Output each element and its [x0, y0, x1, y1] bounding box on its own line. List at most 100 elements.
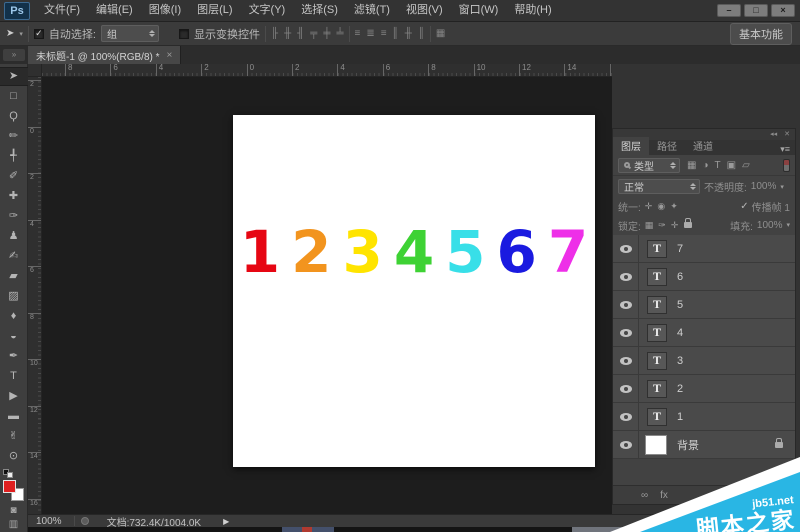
visibility-cell[interactable]: [613, 403, 639, 430]
tab-close-icon[interactable]: ×: [167, 50, 173, 61]
layer-name[interactable]: 1: [677, 411, 683, 423]
filter-toggle-icon[interactable]: [783, 158, 790, 172]
menu-item[interactable]: 滤镜(T): [346, 0, 398, 22]
layer-name[interactable]: 6: [677, 271, 683, 283]
filter-kind-icon[interactable]: ◑: [702, 160, 708, 171]
tool-eraser[interactable]: ▰: [1, 267, 27, 286]
tab-channels[interactable]: 通道: [685, 137, 721, 155]
unify-icon[interactable]: ✦: [670, 201, 678, 212]
text-layer-thumbnail[interactable]: T: [647, 323, 667, 342]
tool-path-select[interactable]: ▶: [1, 387, 27, 406]
tool-eyedropper[interactable]: ✐: [1, 167, 27, 186]
tool-zoom[interactable]: ⊙: [1, 447, 27, 466]
fill-caret-icon[interactable]: ▾: [786, 221, 790, 229]
layer-name[interactable]: 2: [677, 383, 683, 395]
propagate-checkbox[interactable]: ✓: [740, 201, 748, 212]
tool-brush[interactable]: ✑: [1, 207, 27, 226]
menu-item[interactable]: 文件(F): [36, 0, 88, 22]
layer-1[interactable]: T 1: [613, 403, 795, 431]
lock-option-icon[interactable]: ✑: [658, 220, 666, 231]
layer-4[interactable]: T 4: [613, 319, 795, 347]
tool-marquee[interactable]: □: [1, 87, 27, 106]
layer-name[interactable]: 5: [677, 299, 683, 311]
opacity-caret-icon[interactable]: ▾: [780, 183, 784, 191]
tool-shape[interactable]: ▬: [1, 407, 27, 426]
unify-icon[interactable]: ◉: [657, 201, 665, 212]
tool-clone-stamp[interactable]: ♟: [1, 227, 27, 246]
layer-7[interactable]: T 7: [613, 235, 795, 263]
tool-healing-brush[interactable]: ✚: [1, 187, 27, 206]
distribute-icon[interactable]: ≣: [366, 28, 374, 39]
filter-kind-icon[interactable]: ▱: [742, 160, 750, 171]
layer-5[interactable]: T 5: [613, 291, 795, 319]
spacing-icon[interactable]: ╫: [405, 28, 412, 39]
tool-blur[interactable]: ♦: [1, 307, 27, 326]
workspace-button[interactable]: 基本功能: [730, 22, 792, 45]
screen-mode-button[interactable]: ▥: [1, 517, 27, 532]
panel-menu-icon[interactable]: ▾≡: [780, 144, 795, 155]
align-icon[interactable]: ╫: [284, 28, 291, 39]
menu-item[interactable]: 帮助(H): [506, 0, 559, 22]
visibility-cell[interactable]: [613, 375, 639, 402]
tab-paths[interactable]: 路径: [649, 137, 685, 155]
horizontal-ruler[interactable]: 864202468101214161820222426: [42, 64, 612, 77]
default-colors-icon[interactable]: [3, 469, 15, 478]
zoom-level-field[interactable]: 100%: [28, 516, 68, 527]
menu-item[interactable]: 选择(S): [293, 0, 346, 22]
tool-lasso[interactable]: Ϙ: [1, 107, 27, 126]
align-icon[interactable]: ╤: [310, 28, 317, 39]
panel-collapse-icon[interactable]: ◂◂: [770, 131, 777, 138]
layer-3[interactable]: T 3: [613, 347, 795, 375]
close-button[interactable]: ×: [771, 4, 795, 17]
quick-mask-button[interactable]: ◙: [1, 503, 27, 518]
tab-overflow-icon[interactable]: »: [3, 49, 25, 61]
visibility-cell[interactable]: [613, 291, 639, 318]
tool-preset-caret-icon[interactable]: ▾: [19, 30, 23, 38]
tab-layers[interactable]: 图层: [613, 137, 649, 155]
auto-select-checkbox[interactable]: ✓: [33, 28, 44, 39]
visibility-cell[interactable]: [613, 319, 639, 346]
tool-hand[interactable]: ✌: [1, 427, 27, 446]
vertical-ruler[interactable]: 2 0 2 4 6 8 10 12 14 16: [28, 77, 42, 514]
tool-move[interactable]: ➤: [0, 67, 28, 86]
move-tool-icon[interactable]: ➤: [6, 28, 14, 39]
tool-dodge[interactable]: ◒: [1, 327, 27, 346]
spacing-icon[interactable]: ║: [392, 28, 399, 39]
lock-option-icon[interactable]: ✛: [671, 220, 679, 231]
visibility-cell[interactable]: [613, 235, 639, 262]
spacing-icon[interactable]: ║: [418, 28, 425, 39]
align-icon[interactable]: ╧: [336, 28, 343, 39]
menu-item[interactable]: 图像(I): [141, 0, 189, 22]
layer-name[interactable]: 7: [677, 243, 683, 255]
text-layer-thumbnail[interactable]: T: [647, 351, 667, 370]
document-tab[interactable]: 未标题-1 @ 100%(RGB/8) * ×: [28, 46, 182, 64]
tool-type[interactable]: T: [1, 367, 27, 386]
lock-all-icon[interactable]: [684, 218, 693, 228]
visibility-cell[interactable]: [613, 263, 639, 290]
tool-history-brush[interactable]: ✍: [1, 247, 27, 266]
align-icon[interactable]: ╢: [297, 28, 304, 39]
maximize-button[interactable]: □: [744, 4, 768, 17]
text-layer-thumbnail[interactable]: T: [647, 267, 667, 286]
menu-item[interactable]: 窗口(W): [451, 0, 507, 22]
visibility-cell[interactable]: [613, 347, 639, 374]
text-layer-thumbnail[interactable]: T: [647, 295, 667, 314]
auto-align-icon[interactable]: ▦: [436, 28, 445, 39]
unify-icon[interactable]: ✛: [645, 201, 653, 212]
text-layer-thumbnail[interactable]: T: [647, 239, 667, 258]
blend-mode-dropdown[interactable]: 正常: [618, 179, 700, 194]
layer-6[interactable]: T 6: [613, 263, 795, 291]
layer-name[interactable]: 3: [677, 355, 683, 367]
tool-crop[interactable]: ╃: [1, 147, 27, 166]
layer-2[interactable]: T 2: [613, 375, 795, 403]
document-canvas[interactable]: 1234567: [233, 115, 595, 467]
menu-item[interactable]: 图层(L): [189, 0, 240, 22]
status-arrow-icon[interactable]: ▶: [223, 517, 229, 526]
lock-option-icon[interactable]: ▦: [645, 220, 654, 231]
text-layer-thumbnail[interactable]: T: [647, 379, 667, 398]
align-icon[interactable]: ╟: [271, 28, 278, 39]
fill-value[interactable]: 100%: [757, 220, 783, 231]
align-icon[interactable]: ╪: [323, 28, 330, 39]
tool-gradient[interactable]: ▨: [1, 287, 27, 306]
layer-name[interactable]: 4: [677, 327, 683, 339]
